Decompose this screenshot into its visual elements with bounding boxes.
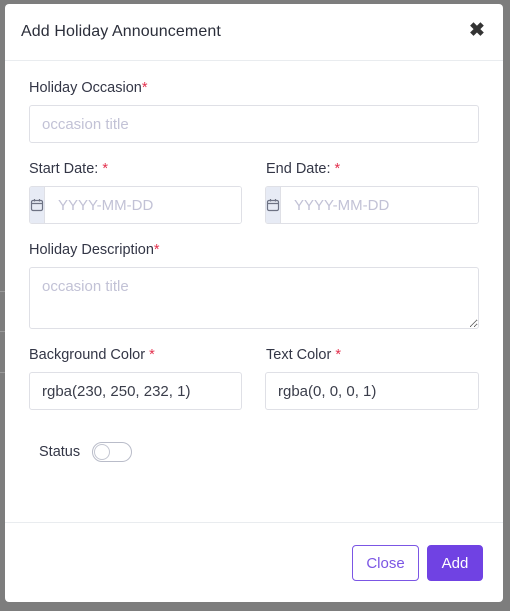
background-color-label: Background Color * bbox=[29, 347, 155, 363]
start-date-group bbox=[29, 186, 242, 224]
text-color-label: Text Color * bbox=[266, 347, 341, 363]
add-button[interactable]: Add bbox=[427, 545, 483, 581]
occasion-label: Holiday Occasion* bbox=[29, 80, 148, 96]
description-label: Holiday Description* bbox=[29, 242, 160, 258]
modal-footer: Close Add bbox=[5, 522, 503, 602]
calendar-icon[interactable] bbox=[30, 187, 45, 223]
status-label: Status bbox=[39, 444, 81, 460]
start-date-input[interactable] bbox=[45, 187, 241, 223]
toggle-knob bbox=[94, 444, 110, 460]
modal-header: Add Holiday Announcement ✖ bbox=[5, 4, 503, 61]
background-color-input[interactable] bbox=[29, 372, 242, 410]
text-color-input[interactable] bbox=[265, 372, 479, 410]
calendar-icon[interactable] bbox=[266, 187, 281, 223]
occasion-input[interactable] bbox=[29, 105, 479, 143]
start-date-label: Start Date: * bbox=[29, 161, 108, 177]
end-date-group bbox=[265, 186, 479, 224]
close-button[interactable]: Close bbox=[352, 545, 419, 581]
close-icon[interactable]: ✖ bbox=[467, 20, 487, 42]
description-textarea[interactable] bbox=[29, 267, 479, 329]
status-toggle[interactable] bbox=[92, 442, 132, 462]
end-date-label: End Date: * bbox=[266, 161, 341, 177]
add-holiday-modal: Add Holiday Announcement ✖ Holiday Occas… bbox=[5, 4, 503, 602]
modal-title: Add Holiday Announcement bbox=[21, 23, 221, 40]
end-date-input[interactable] bbox=[281, 187, 478, 223]
